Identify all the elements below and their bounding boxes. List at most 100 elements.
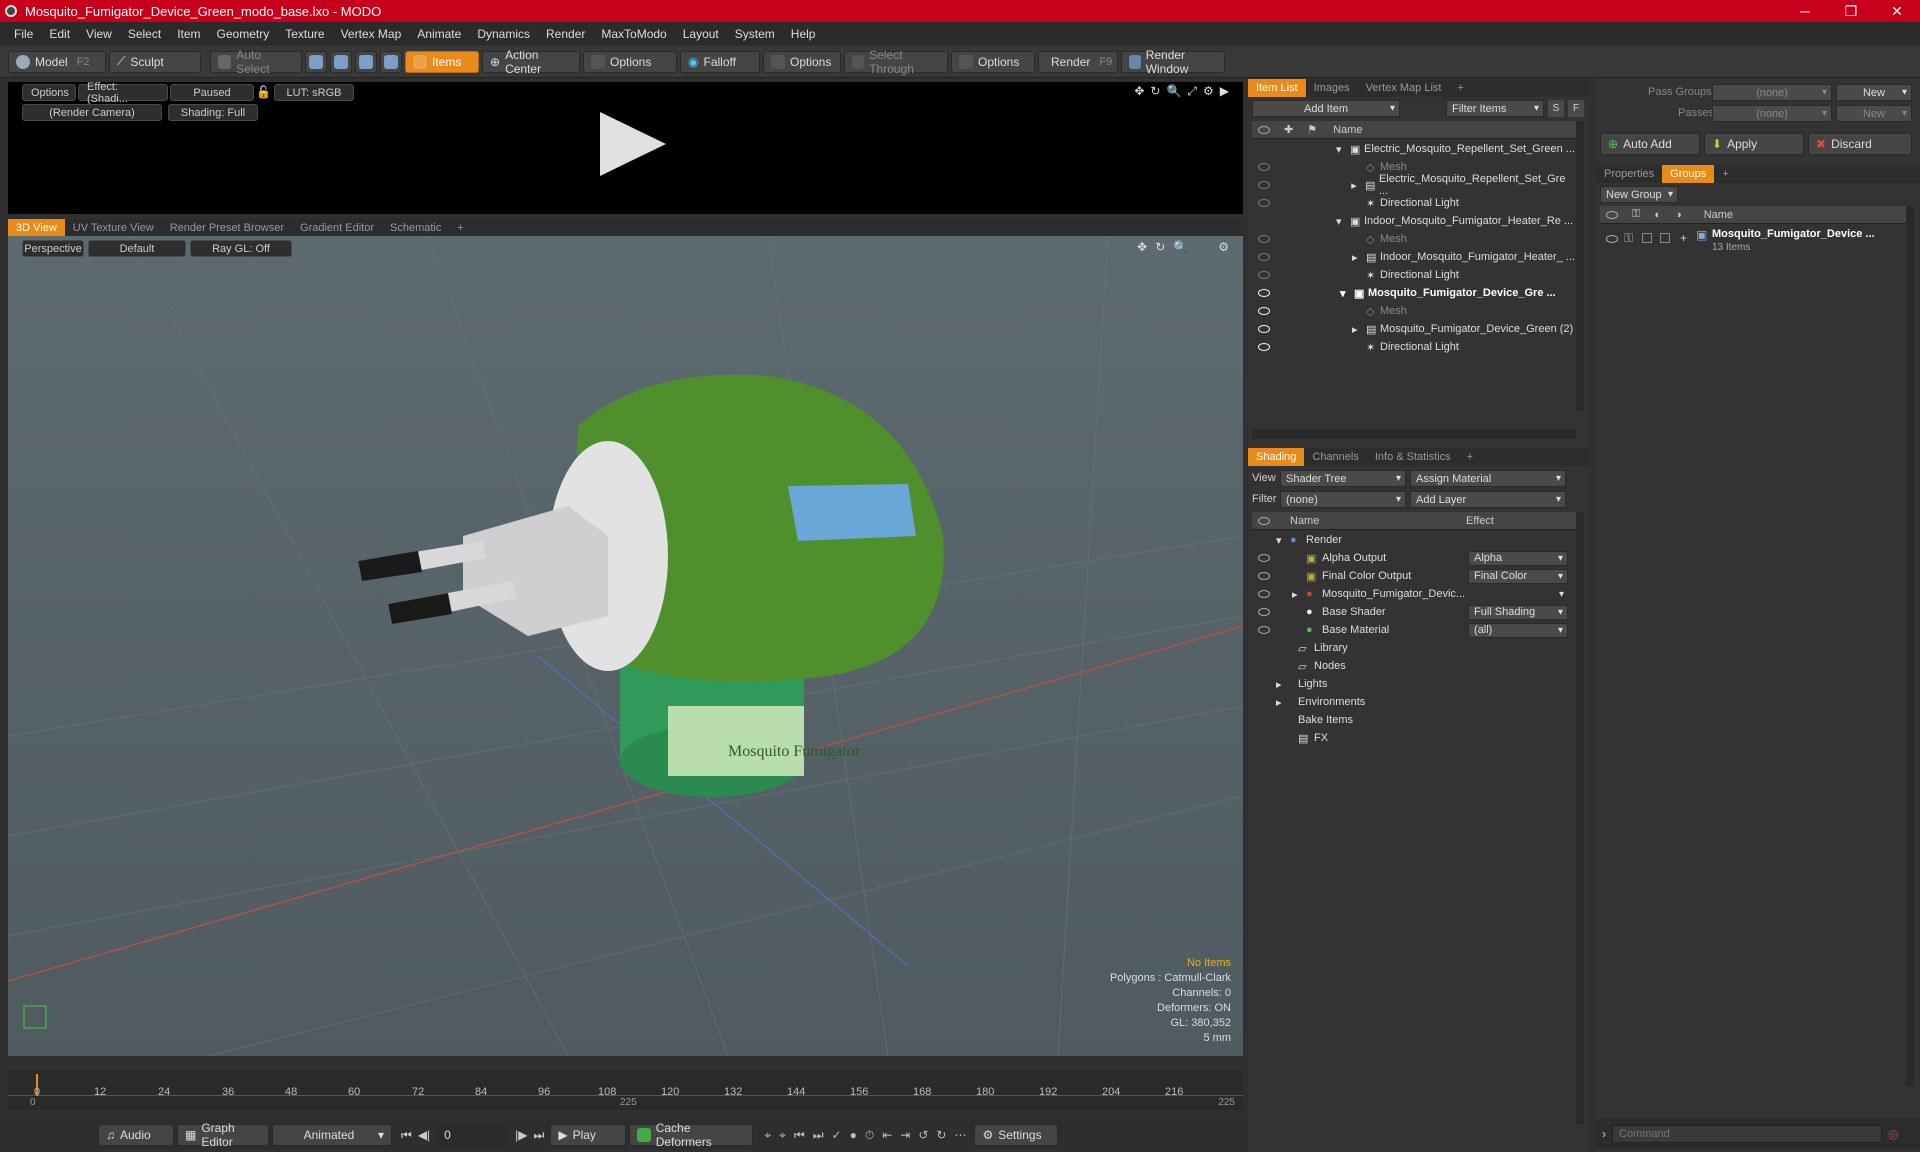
menu-item[interactable]: Item <box>169 27 208 41</box>
select-through-button[interactable]: Select Through <box>844 48 948 76</box>
close-icon[interactable]: ✕ <box>1874 3 1920 20</box>
options-button-1[interactable]: Options <box>583 50 677 73</box>
eye-icon[interactable] <box>1258 572 1270 580</box>
list-item[interactable]: Bake Items <box>1252 711 1576 729</box>
render-camera-dropdown[interactable]: (Render Camera) <box>22 104 162 121</box>
tab-shading[interactable]: Shading <box>1248 448 1305 466</box>
list-item[interactable]: ▾ ● Render <box>1252 531 1576 549</box>
play-small-icon[interactable]: ▶ <box>1220 84 1229 99</box>
menu-view[interactable]: View <box>78 27 120 41</box>
passes-dropdown[interactable]: (none) <box>1712 105 1832 122</box>
eye-icon[interactable] <box>1258 590 1270 598</box>
prev-key-icon[interactable]: ⇤ <box>882 1128 892 1143</box>
tab-3d-view[interactable]: 3D View <box>8 219 65 237</box>
tab-item-list[interactable]: Item List <box>1248 79 1306 97</box>
f-button[interactable]: F <box>1568 100 1584 117</box>
key-toggle-icon[interactable]: ⏱ <box>865 1128 874 1143</box>
new-pass-button[interactable]: New <box>1836 105 1912 122</box>
maximize-icon[interactable]: ⤢ <box>1187 84 1197 99</box>
shading-dropdown[interactable]: Shading: Full <box>168 104 258 121</box>
tab-render-preset-browser[interactable]: Render Preset Browser <box>162 219 292 237</box>
item-list-scrollbar[interactable] <box>1576 121 1584 411</box>
key-icon[interactable]: ⌖ <box>764 1128 771 1143</box>
groups-scrollbar[interactable] <box>1906 206 1914 1086</box>
list-item[interactable]: ✶ Directional Light <box>1252 338 1576 356</box>
menu-dynamics[interactable]: Dynamics <box>469 27 538 41</box>
expand-icon[interactable]: ▸ <box>1352 323 1366 336</box>
select-checkbox[interactable] <box>1660 233 1670 243</box>
cache-deformers-button[interactable]: Cache Deformers <box>629 1121 754 1149</box>
expand-icon[interactable]: ▾ <box>1340 287 1354 300</box>
polygons-mode-button[interactable] <box>355 50 377 73</box>
effect-dropdown[interactable] <box>1468 587 1568 602</box>
list-item[interactable]: ◇ Mesh <box>1252 302 1576 320</box>
filter-dropdown[interactable]: (none) <box>1280 491 1406 508</box>
settings-button[interactable]: ⚙ Settings <box>974 1124 1059 1146</box>
list-item[interactable]: ▾ ▣ Electric_Mosquito_Repellent_Set_Green … <box>1252 140 1576 158</box>
audio-button[interactable]: ♫ Audio <box>98 1124 174 1146</box>
add-item-dropdown[interactable]: Add Item <box>1252 100 1400 117</box>
restore-icon[interactable]: ❐ <box>1828 3 1874 20</box>
list-item[interactable]: ▱ Nodes <box>1252 657 1576 675</box>
menu-file[interactable]: File <box>6 27 41 41</box>
eye-icon[interactable] <box>1258 271 1270 279</box>
list-item[interactable]: ▸ ● Mosquito_Fumigator_Devic... <box>1252 585 1576 603</box>
menu-vertex-map[interactable]: Vertex Map <box>333 27 410 41</box>
expand-icon[interactable]: ▸ <box>1351 179 1365 192</box>
assign-material-button[interactable]: Assign Material <box>1410 470 1566 487</box>
vertices-mode-button[interactable] <box>305 50 327 73</box>
materials-mode-button[interactable] <box>380 50 402 73</box>
falloff-button[interactable]: ◉ Falloff <box>680 50 760 73</box>
auto-add-button[interactable]: ⊕ Auto Add <box>1600 133 1700 155</box>
render-preview[interactable]: Options Effect: (Shadi... Paused 🔓 LUT: … <box>8 81 1243 214</box>
list-item[interactable]: ● Base Material (all) <box>1252 621 1576 639</box>
tab-info-statistics[interactable]: Info & Statistics <box>1367 448 1459 466</box>
step-forward-icon[interactable]: |▶ <box>515 1128 527 1142</box>
add-layer-dropdown[interactable]: Add Layer <box>1410 491 1566 508</box>
add-tab-icon[interactable]: + <box>1714 165 1736 183</box>
add-tab-icon[interactable]: + <box>449 219 471 237</box>
eye-icon[interactable] <box>1258 343 1270 351</box>
edges-mode-button[interactable] <box>330 50 352 73</box>
list-item[interactable]: ● Base Shader Full Shading <box>1252 603 1576 621</box>
paused-button[interactable]: Paused <box>170 84 254 101</box>
expand-icon[interactable]: ▾ <box>1336 215 1350 228</box>
minimize-icon[interactable]: ─ <box>1782 3 1828 19</box>
step-back-icon[interactable]: ◀| <box>418 1128 430 1142</box>
eye-icon[interactable] <box>1258 325 1270 333</box>
eye-icon[interactable] <box>1258 163 1270 171</box>
tab-vertex-map-list[interactable]: Vertex Map List <box>1358 79 1450 97</box>
snap-icon[interactable]: ⋯ <box>954 1128 966 1143</box>
pan-icon[interactable]: ✥ <box>1137 240 1147 254</box>
list-item[interactable]: ▸ Lights <box>1252 675 1576 693</box>
animated-dropdown[interactable]: Animated ▾ <box>272 1124 392 1146</box>
list-item[interactable]: ▣ Alpha Output Alpha <box>1252 549 1576 567</box>
tab-schematic[interactable]: Schematic <box>382 219 449 237</box>
3d-viewport[interactable]: Mosquito Fumigator Perspective Default R… <box>8 236 1243 1056</box>
expand-icon[interactable]: ▸ <box>1352 251 1366 264</box>
list-item[interactable]: ▣ Final Color Output Final Color <box>1252 567 1576 585</box>
gear-icon[interactable]: ⚙ <box>1218 240 1229 254</box>
view-dropdown[interactable]: Shader Tree <box>1280 470 1406 487</box>
model-button[interactable]: Model F2 <box>8 50 106 73</box>
lut-dropdown[interactable]: LUT: sRGB <box>274 84 354 101</box>
next-key-icon[interactable]: ⏭ <box>813 1128 824 1143</box>
play-button[interactable]: ▶ Play <box>550 1124 627 1146</box>
play-icon[interactable] <box>600 112 666 176</box>
loop-icon[interactable]: ↺ <box>918 1128 928 1143</box>
eye-icon[interactable] <box>1606 235 1618 243</box>
graph-editor-button[interactable]: ▦ Graph Editor <box>177 1121 269 1149</box>
options-button-2[interactable]: Options <box>763 50 841 73</box>
menu-animate[interactable]: Animate <box>409 27 469 41</box>
rotate-icon[interactable]: ↻ <box>1155 240 1165 254</box>
loop-icon[interactable]: ↻ <box>936 1128 946 1143</box>
tab-gradient-editor[interactable]: Gradient Editor <box>292 219 382 237</box>
new-pass-group-button[interactable]: New <box>1836 84 1912 101</box>
render-button[interactable]: Render F9 <box>1038 50 1118 73</box>
menu-render[interactable]: Render <box>538 27 593 41</box>
discard-button[interactable]: ✖ Discard <box>1808 133 1912 155</box>
menu-geometry[interactable]: Geometry <box>209 27 278 41</box>
eye-icon[interactable] <box>1258 235 1270 243</box>
tab-groups[interactable]: Groups <box>1662 165 1715 183</box>
rotate-icon[interactable]: ↻ <box>1150 84 1160 99</box>
